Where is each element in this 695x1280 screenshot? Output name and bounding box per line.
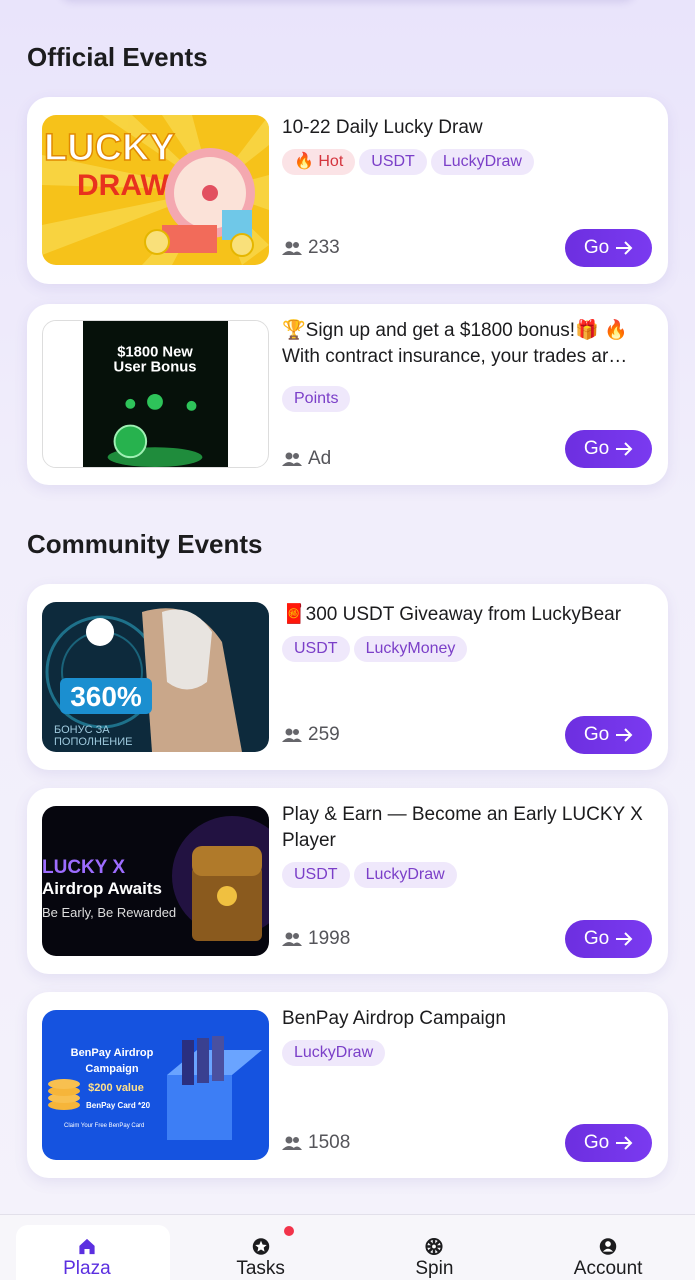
wheel-icon (425, 1237, 443, 1256)
thumb-text: Campaign (85, 1063, 138, 1075)
participant-count: 259 (282, 724, 340, 746)
nav-item-account[interactable]: Account (521, 1215, 695, 1280)
thumb-text: LUCKY X (42, 857, 125, 878)
go-button[interactable]: Go (565, 920, 652, 958)
event-thumbnail: LUCKY DRAW! (42, 115, 269, 265)
arrow-right-icon (616, 1136, 633, 1150)
users-icon (282, 728, 302, 742)
thumb-text: Airdrop Awaits (42, 879, 162, 898)
event-title: 🧧300 USDT Giveaway from LuckyBear (282, 604, 622, 625)
tag: USDT (282, 636, 350, 662)
thumb-text: Be Early, Be Rewarded (42, 905, 176, 920)
users-icon (282, 452, 302, 466)
tag: USDT (359, 149, 427, 175)
nav-item-plaza[interactable]: Plaza (0, 1215, 174, 1280)
event-thumbnail: LUCKY X Airdrop Awaits Be Early, Be Rewa… (42, 806, 269, 956)
users-icon (282, 932, 302, 946)
tag: LuckyMoney (353, 636, 468, 662)
tag: USDT (282, 862, 350, 888)
go-button[interactable]: Go (565, 716, 652, 754)
star-badge-icon (252, 1238, 269, 1255)
arrow-right-icon (616, 728, 633, 742)
nav-label: Spin (415, 1258, 454, 1279)
participant-count: 1998 (282, 928, 350, 950)
event-thumbnail: $1800 New User Bonus (42, 320, 269, 468)
participant-count: 1508 (282, 1132, 350, 1154)
event-thumbnail: BenPay Airdrop Campaign $200 value BenPa… (42, 1010, 269, 1160)
arrow-right-icon (616, 241, 633, 255)
thumb-text: ПОПОЛНЕНИЕ (54, 736, 133, 748)
thumb-text: $1800 New (117, 345, 193, 361)
thumb-text: 360% (70, 681, 142, 712)
event-card[interactable]: BenPay Airdrop Campaign $200 value BenPa… (27, 992, 668, 1178)
thumb-text: Claim Your Free BenPay Card (64, 1123, 144, 1129)
thumb-text: БОНУС ЗА (54, 724, 110, 736)
arrow-right-icon (616, 932, 633, 946)
thumb-text: User Bonus (114, 359, 197, 375)
thumb-text: BenPay Card *20 (86, 1101, 151, 1110)
tag-hot: 🔥 Hot (282, 149, 356, 175)
go-button[interactable]: Go (565, 430, 652, 468)
event-card[interactable]: LUCKY X Airdrop Awaits Be Early, Be Rewa… (27, 788, 668, 974)
tag: Points (282, 386, 351, 412)
nav-label: Account (573, 1258, 643, 1279)
section-title-community: Community Events (27, 529, 263, 559)
event-title: 🏆Sign up and get a $1800 bonus!🎁 🔥 With … (282, 320, 628, 367)
notification-badge (284, 1226, 294, 1236)
nav-item-tasks[interactable]: Tasks (174, 1215, 348, 1280)
event-title: Play & Earn — Become an Early LUCKY X Pl… (282, 804, 643, 851)
thumb-text: BenPay Airdrop (71, 1047, 154, 1059)
bottom-nav: Plaza Tasks Spin Account (0, 1214, 695, 1280)
thumb-text: LUCKY (44, 127, 175, 169)
event-title: 10-22 Daily Lucky Draw (282, 117, 483, 138)
event-thumbnail: 360% БОНУС ЗА ПОПОЛНЕНИЕ (42, 602, 269, 752)
tag: LuckyDraw (353, 862, 457, 888)
arrow-right-icon (616, 442, 633, 456)
go-button[interactable]: Go (565, 1124, 652, 1162)
nav-label: Tasks (236, 1258, 285, 1279)
nav-label: Plaza (63, 1258, 111, 1279)
home-icon (79, 1238, 95, 1255)
event-card[interactable]: 360% БОНУС ЗА ПОПОЛНЕНИЕ 🧧300 USDT Givea… (27, 584, 668, 770)
event-card[interactable]: LUCKY DRAW! 10-22 Daily Lucky Draw 🔥 Hot… (27, 97, 668, 284)
thumb-text: $200 value (88, 1082, 144, 1094)
participant-count: 233 (282, 237, 340, 259)
section-title-official: Official Events (27, 42, 208, 72)
nav-item-spin[interactable]: Spin (348, 1215, 522, 1280)
users-icon (282, 241, 302, 255)
go-button[interactable]: Go (565, 229, 652, 267)
participant-count: Ad (282, 448, 331, 470)
tag: LuckyDraw (430, 149, 534, 175)
tag: LuckyDraw (282, 1040, 386, 1066)
users-icon (282, 1136, 302, 1150)
event-card[interactable]: $1800 New User Bonus 🏆Sign up and get a … (27, 304, 668, 485)
event-title: BenPay Airdrop Campaign (282, 1008, 506, 1029)
thumb-text: DRAW! (77, 169, 179, 202)
user-circle-icon (599, 1238, 617, 1255)
